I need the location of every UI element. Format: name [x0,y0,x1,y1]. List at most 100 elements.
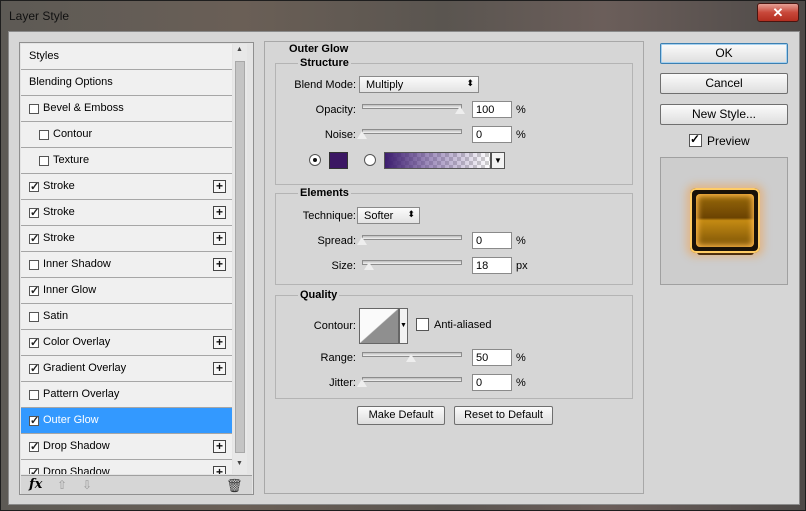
style-item-gradient-overlay[interactable]: ✓ Gradient Overlay + [21,356,232,382]
style-item-stroke[interactable]: ✓ Stroke + [21,200,232,226]
style-item-pattern-overlay[interactable]: Pattern Overlay [21,382,232,408]
quality-group: Quality Contour: ▼ Anti-aliased Range: 5… [275,289,633,399]
move-up-icon[interactable]: ⇧ [57,478,67,492]
style-item-satin[interactable]: Satin [21,304,232,330]
new-style-button[interactable]: New Style... [660,104,788,125]
scroll-thumb[interactable] [235,61,245,453]
technique-select[interactable]: Softer ⬍ [357,207,420,224]
opacity-input[interactable]: 100 [472,101,512,118]
blend-mode-label: Blend Mode: [294,79,356,91]
solid-color-radio[interactable] [309,154,321,166]
style-item-label: Color Overlay [43,336,111,348]
style-checkbox[interactable]: ✓ [29,285,39,297]
style-checkbox[interactable] [29,260,39,270]
jitter-label: Jitter: [329,377,356,389]
jitter-input[interactable]: 0 [472,374,512,391]
move-down-icon[interactable]: ⇩ [82,478,92,492]
scroll-up-arrow-icon[interactable]: ▲ [236,46,243,53]
add-effect-plus-icon[interactable]: + [213,440,226,453]
style-item-label: Drop Shadow [43,466,110,474]
style-list: Styles Blending Options Bevel & Emboss Cont… [21,44,232,474]
fx-menu-button[interactable]: fx [29,477,42,492]
style-item-inner-shadow[interactable]: Inner Shadow + [21,252,232,278]
style-item-inner-glow[interactable]: ✓ Inner Glow [21,278,232,304]
style-checkbox[interactable]: ✓ [29,467,39,474]
spread-input[interactable]: 0 [472,232,512,249]
size-input[interactable]: 18 [472,257,512,274]
size-slider-thumb[interactable] [362,261,375,271]
gradient-radio[interactable] [364,154,376,166]
close-button[interactable]: ✕ [757,3,799,22]
style-item-bevel-emboss[interactable]: Bevel & Emboss [21,96,232,122]
style-checkbox[interactable]: ✓ [29,415,39,427]
ok-button[interactable]: OK [660,43,788,64]
gradient-dropdown-icon[interactable]: ▼ [491,152,505,169]
glow-color-swatch[interactable] [329,152,348,169]
make-default-button[interactable]: Make Default [357,406,445,425]
gradient-swatch[interactable] [384,152,491,169]
opacity-slider-thumb[interactable] [454,105,466,115]
style-item-drop-shadow[interactable]: ✓ Drop Shadow + [21,434,232,460]
range-label: Range: [320,352,356,364]
style-item-texture[interactable]: Texture [21,148,232,174]
contour-preview[interactable] [359,308,399,344]
noise-slider-thumb[interactable] [356,130,368,140]
opacity-unit: % [516,104,526,116]
add-effect-plus-icon[interactable]: + [213,180,226,193]
opacity-slider[interactable] [362,104,462,109]
style-item-blending-options[interactable]: Blending Options [21,70,232,96]
style-checkbox[interactable]: ✓ [29,441,39,453]
style-item-label: Contour [53,128,93,140]
style-checkbox[interactable]: ✓ [29,363,39,375]
style-checkbox[interactable] [29,104,39,114]
style-item-styles[interactable]: Styles [21,44,232,70]
size-slider[interactable] [362,260,462,265]
style-item-contour[interactable]: Contour [21,122,232,148]
style-list-scrollbar[interactable]: ▲ ▼ [233,44,247,474]
style-checkbox[interactable]: ✓ [29,181,39,193]
style-checkbox[interactable]: ✓ [29,337,39,349]
contour-dropdown-icon[interactable]: ▼ [399,308,408,344]
spread-slider-thumb[interactable] [356,236,368,246]
add-effect-plus-icon[interactable]: + [213,362,226,375]
range-input[interactable]: 50 [472,349,512,366]
style-checkbox[interactable] [29,312,39,322]
style-checkbox[interactable]: ✓ [29,233,39,245]
jitter-slider-thumb[interactable] [356,378,368,388]
elements-group: Elements Technique: Softer ⬍ Spread: 0 %… [275,187,633,285]
add-effect-plus-icon[interactable]: + [213,232,226,245]
style-item-outer-glow[interactable]: ✓ Outer Glow [21,408,232,434]
contour-label: Contour: [313,320,356,332]
title-bar[interactable]: Layer Style ✕ [1,1,805,31]
preview-checkbox[interactable]: ✓ [689,132,702,147]
style-item-label: Inner Shadow [43,258,111,270]
style-item-color-overlay[interactable]: ✓ Color Overlay + [21,330,232,356]
style-item-stroke[interactable]: ✓ Stroke + [21,174,232,200]
add-effect-plus-icon[interactable]: + [213,466,226,474]
style-item-label: Texture [53,154,90,166]
noise-slider[interactable] [362,129,462,134]
anti-aliased-checkbox[interactable] [416,318,429,331]
jitter-slider[interactable] [362,377,462,382]
anti-aliased-label: Anti-aliased [434,319,492,331]
style-item-label: Drop Shadow [43,440,110,452]
add-effect-plus-icon[interactable]: + [213,258,226,271]
style-checkbox[interactable] [39,156,49,166]
add-effect-plus-icon[interactable]: + [213,206,226,219]
noise-input[interactable]: 0 [472,126,512,143]
style-checkbox[interactable] [39,130,49,140]
add-effect-plus-icon[interactable]: + [213,336,226,349]
style-item-stroke[interactable]: ✓ Stroke + [21,226,232,252]
blend-mode-select[interactable]: Multiply ⬍ [359,76,479,93]
reset-to-default-button[interactable]: Reset to Default [454,406,553,425]
style-checkbox[interactable] [29,390,39,400]
range-slider-thumb[interactable] [405,353,417,363]
scroll-down-arrow-icon[interactable]: ▼ [236,460,243,467]
trash-icon[interactable]: 🗑 [226,478,243,494]
style-checkbox[interactable]: ✓ [29,207,39,219]
spread-slider[interactable] [362,235,462,240]
noise-label: Noise: [324,129,356,141]
style-item-drop-shadow[interactable]: ✓ Drop Shadow + [21,460,232,474]
cancel-button[interactable]: Cancel [660,73,788,94]
dropdown-arrows-icon: ⬍ [407,209,415,219]
